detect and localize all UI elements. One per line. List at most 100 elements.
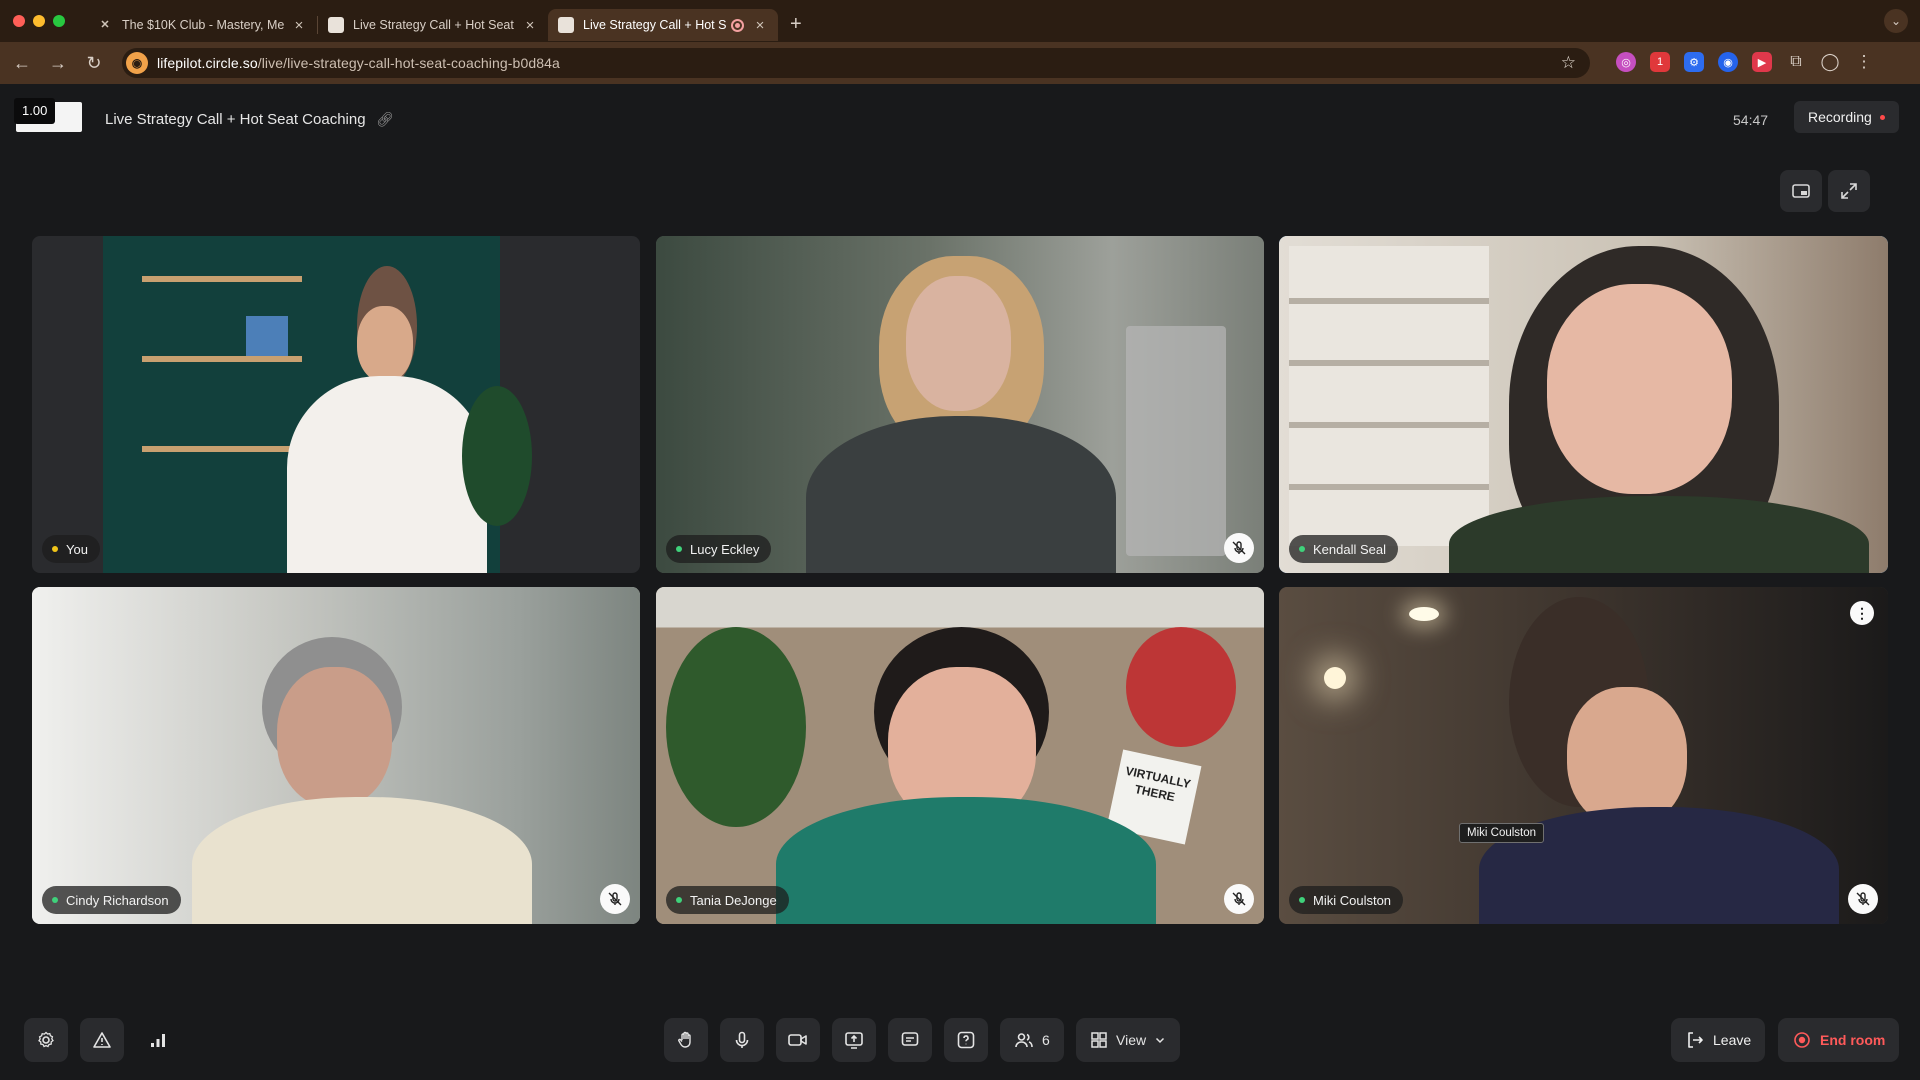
chat-button[interactable]	[888, 1018, 932, 1062]
url-host: lifepilot.circle.so	[157, 55, 258, 71]
hand-icon	[678, 1031, 691, 1048]
participant-nameplate: Lucy Eckley	[666, 535, 772, 563]
status-dot-icon	[52, 897, 58, 903]
share-screen-button[interactable]	[832, 1018, 876, 1062]
participant-nameplate: You	[42, 535, 100, 563]
video-tile-tania-dejonge[interactable]: VIRTUALLY THERE Tania DeJonge	[656, 587, 1264, 924]
extension-red-icon[interactable]: 1	[1650, 52, 1670, 72]
participants-button[interactable]: 6	[1000, 1018, 1064, 1062]
end-record-icon	[1794, 1032, 1810, 1048]
person-shirt	[287, 376, 487, 573]
copy-link-icon[interactable]: 🔗︎	[376, 111, 394, 128]
video-tile-cindy-richardson[interactable]: Cindy Richardson	[32, 587, 640, 924]
raise-hand-button[interactable]	[664, 1018, 708, 1062]
extension-gear-icon[interactable]: ⚙	[1684, 52, 1704, 72]
video-tile-miki-coulston[interactable]: Miki Coulston ⋮ Miki Coulston	[1279, 587, 1888, 924]
tile-more-options-button[interactable]: ⋮	[1850, 601, 1874, 625]
person-face	[1547, 284, 1732, 494]
recording-badge[interactable]: Recording	[1794, 101, 1899, 133]
camera-button[interactable]	[776, 1018, 820, 1062]
browser-tab-bar: ✕ The $10K Club - Mastery, Me × Live Str…	[0, 0, 1920, 42]
tab-close-icon[interactable]: ×	[752, 17, 768, 34]
fullscreen-button[interactable]	[1828, 170, 1870, 212]
reload-icon[interactable]: ↻	[76, 53, 112, 74]
minimize-window-button[interactable]	[33, 15, 45, 27]
person-top	[776, 797, 1156, 924]
meeting-header: 1.00 Live Strategy Call + Hot Seat Coach…	[0, 84, 1920, 156]
close-window-button[interactable]	[13, 15, 25, 27]
browser-toolbar: ← → ↻ ◉ lifepilot.circle.so/live/live-st…	[0, 42, 1920, 84]
window-controls	[0, 15, 65, 27]
participant-nameplate: Miki Coulston	[1289, 886, 1404, 914]
recording-dot-icon	[1879, 114, 1885, 120]
forward-arrow-icon[interactable]: →	[40, 53, 76, 74]
bookmark-star-icon[interactable]: ☆	[1561, 53, 1576, 73]
muted-mic-button[interactable]	[600, 884, 630, 914]
microphone-icon	[735, 1031, 749, 1048]
browser-tab-2[interactable]: Live Strategy Call + Hot Seat ×	[318, 9, 548, 41]
video-tile-you[interactable]: You	[32, 236, 640, 573]
participant-nameplate: Kendall Seal	[1289, 535, 1398, 563]
browser-tab-3[interactable]: Live Strategy Call + Hot S ×	[548, 9, 778, 41]
site-camera-icon[interactable]: ◉	[126, 52, 148, 74]
extension-purple-icon[interactable]: ◎	[1616, 52, 1636, 72]
screen-share-icon	[845, 1032, 863, 1049]
tab-title: Live Strategy Call + Hot S	[583, 18, 727, 32]
recording-label: Recording	[1808, 109, 1872, 125]
tab-close-icon[interactable]: ×	[291, 17, 307, 34]
extensions-puzzle-icon[interactable]: ⧉	[1786, 52, 1806, 72]
profile-icon[interactable]: ◯	[1820, 52, 1840, 72]
tab-close-icon[interactable]: ×	[522, 17, 538, 34]
plant	[462, 386, 532, 526]
new-tab-button[interactable]: +	[790, 13, 802, 36]
leave-button[interactable]: Leave	[1671, 1018, 1766, 1062]
extension-badge: 1	[1656, 56, 1664, 68]
muted-mic-button[interactable]	[1224, 533, 1254, 563]
extensions-row: ◎ 1 ⚙ ◉ ▶ ⧉ ◯ ⋮	[1616, 52, 1874, 72]
extension-video-icon[interactable]: ▶	[1752, 52, 1772, 72]
microphone-button[interactable]	[720, 1018, 764, 1062]
zoom-level: 1.00	[14, 98, 56, 124]
tab-title: The $10K Club - Mastery, Me	[122, 18, 285, 32]
mic-off-icon	[1232, 892, 1246, 906]
url-text: lifepilot.circle.so/live/live-strategy-c…	[157, 55, 560, 71]
person-face	[277, 667, 392, 807]
ceiling-light	[1409, 607, 1439, 621]
settings-button[interactable]	[24, 1018, 68, 1062]
browser-tab-1[interactable]: ✕ The $10K Club - Mastery, Me ×	[87, 9, 317, 41]
view-label: View	[1116, 1032, 1147, 1048]
end-room-button[interactable]: End room	[1778, 1018, 1900, 1062]
tab-search-chevron-icon[interactable]: ⌄	[1884, 9, 1908, 33]
status-dot-icon	[1299, 897, 1305, 903]
meeting-title: Live Strategy Call + Hot Seat Coaching	[105, 111, 366, 128]
url-path: /live/live-strategy-call-hot-seat-coachi…	[257, 55, 560, 71]
video-tile-lucy-eckley[interactable]: Lucy Eckley	[656, 236, 1264, 573]
muted-mic-button[interactable]	[1848, 884, 1878, 914]
back-arrow-icon[interactable]: ←	[4, 53, 40, 74]
person-top	[806, 416, 1116, 573]
view-layout-button[interactable]: View	[1076, 1018, 1181, 1062]
signal-bars-icon	[151, 1034, 165, 1047]
video-tile-kendall-seal[interactable]: Kendall Seal	[1279, 236, 1888, 573]
address-bar[interactable]: ◉ lifepilot.circle.so/live/live-strategy…	[122, 48, 1590, 78]
picture-in-picture-icon	[1792, 184, 1810, 198]
shelf	[142, 356, 302, 362]
maximize-window-button[interactable]	[53, 15, 65, 27]
picture-in-picture-button[interactable]	[1780, 170, 1822, 212]
meeting-timer: 54:47	[1733, 112, 1769, 128]
participant-count: 6	[1042, 1032, 1050, 1048]
participant-nameplate: Tania DeJonge	[666, 886, 789, 914]
person-face	[357, 306, 413, 382]
shelf	[142, 276, 302, 282]
report-issue-button[interactable]	[80, 1018, 124, 1062]
browser-menu-icon[interactable]: ⋮	[1854, 52, 1874, 72]
questions-button[interactable]	[944, 1018, 988, 1062]
expand-icon	[1841, 183, 1857, 199]
extension-blue-icon[interactable]: ◉	[1718, 52, 1738, 72]
people-icon	[1015, 1033, 1033, 1048]
person-jacket	[192, 797, 532, 924]
muted-mic-button[interactable]	[1224, 884, 1254, 914]
network-stats-button[interactable]	[136, 1018, 180, 1062]
recording-indicator-icon	[731, 18, 744, 32]
participant-name: Miki Coulston	[1313, 892, 1392, 908]
